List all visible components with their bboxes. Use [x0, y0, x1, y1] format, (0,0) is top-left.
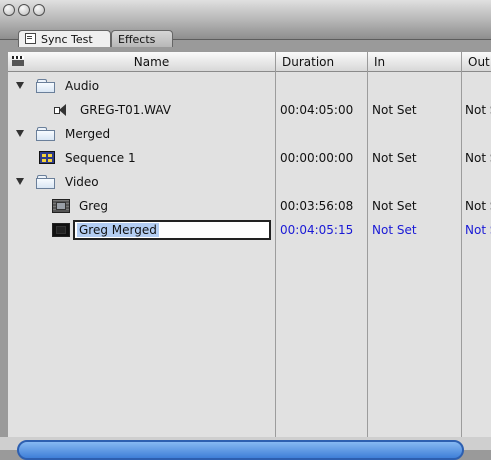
folder-icon — [36, 79, 55, 93]
column-header-name[interactable]: Name — [28, 52, 276, 72]
sequence-icon — [39, 151, 55, 164]
item-duration: 00:00:00:00 — [280, 151, 354, 165]
audio-clip-icon — [54, 104, 68, 116]
item-in: Not Set — [372, 199, 417, 213]
list-item[interactable]: Merged — [8, 122, 491, 146]
folder-icon — [36, 175, 55, 189]
item-name: Merged — [65, 127, 111, 141]
list-item[interactable]: Video — [8, 170, 491, 194]
column-header: Name Duration In Out — [8, 51, 491, 72]
tab-label: Sync Test — [41, 33, 93, 46]
browser-list[interactable]: Audio GREG-T01.WAV 00:04:05:00 Not Set N… — [8, 72, 491, 437]
item-duration: 00:04:05:00 — [280, 103, 354, 117]
column-divider[interactable] — [367, 72, 368, 437]
column-divider[interactable] — [461, 72, 462, 437]
disclosure-triangle-icon[interactable] — [16, 82, 24, 89]
bin-icon — [25, 33, 36, 44]
tab-label: Effects — [118, 33, 156, 46]
list-item[interactable]: Audio — [8, 74, 491, 98]
list-item[interactable]: GREG-T01.WAV 00:04:05:00 Not Set Not Set — [8, 98, 491, 122]
item-duration: 00:03:56:08 — [280, 199, 354, 213]
item-duration: 00:04:05:15 — [280, 223, 354, 237]
close-window-button[interactable] — [3, 4, 15, 16]
list-item[interactable]: Sequence 1 00:00:00:00 Not Set Not Set — [8, 146, 491, 170]
rename-field[interactable]: Greg Merged — [73, 220, 271, 240]
tab-sync-test[interactable]: Sync Test — [18, 30, 111, 47]
item-out: Not Set — [465, 151, 491, 165]
list-item[interactable]: Greg 00:03:56:08 Not Set Not Set — [8, 194, 491, 218]
item-in: Not Set — [372, 103, 417, 117]
folder-icon — [36, 127, 55, 141]
list-item-selected[interactable]: Greg Merged 00:04:05:15 Not Set Not Set — [8, 218, 491, 242]
item-in: Not Set — [372, 151, 417, 165]
item-out: Not Set — [465, 199, 491, 213]
item-name: Sequence 1 — [65, 151, 136, 165]
item-name: GREG-T01.WAV — [80, 103, 172, 117]
zoom-window-button[interactable] — [33, 4, 45, 16]
item-name: Audio — [65, 79, 100, 93]
minimize-window-button[interactable] — [18, 4, 30, 16]
column-header-in[interactable]: In — [368, 52, 462, 72]
video-clip-icon — [52, 199, 70, 213]
item-name: Greg — [79, 199, 108, 213]
column-divider[interactable] — [275, 72, 276, 437]
column-header-out[interactable]: Out — [462, 52, 491, 72]
disclosure-triangle-icon[interactable] — [16, 130, 24, 137]
item-name: Video — [65, 175, 99, 189]
tab-effects[interactable]: Effects — [111, 30, 173, 47]
column-header-duration[interactable]: Duration — [276, 52, 368, 72]
rename-field-text: Greg Merged — [77, 223, 159, 237]
merged-clip-icon — [52, 223, 70, 237]
disclosure-triangle-icon[interactable] — [16, 178, 24, 185]
item-in: Not Set — [372, 223, 417, 237]
item-out: Not Set — [465, 223, 491, 237]
clapboard-icon — [12, 56, 24, 66]
horizontal-scrollbar[interactable] — [17, 440, 464, 460]
item-out: Not Set — [465, 103, 491, 117]
